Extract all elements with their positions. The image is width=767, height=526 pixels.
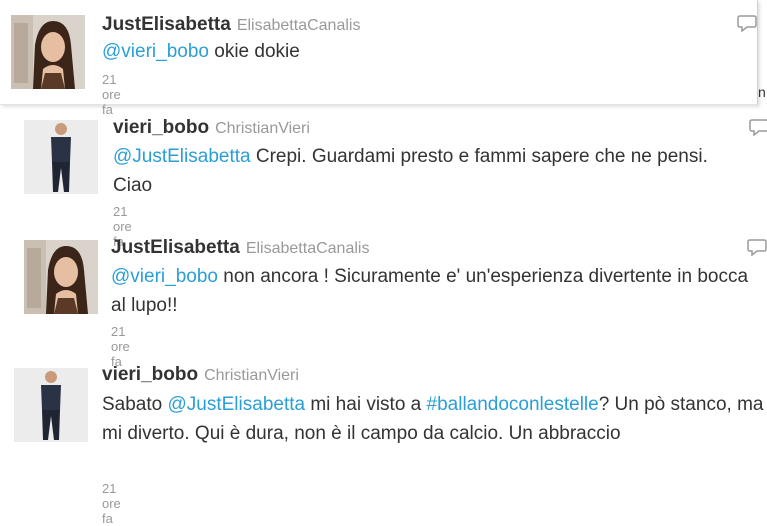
timestamp[interactable]: 21 ore fa xyxy=(111,324,130,369)
mention-link[interactable]: @JustElisabetta xyxy=(168,394,306,415)
full-name[interactable]: ChristianVieri xyxy=(204,367,299,384)
full-name[interactable]: ElisabettaCanalis xyxy=(246,240,370,257)
avatar-woman[interactable] xyxy=(24,240,98,314)
mention-link[interactable]: @vieri_bobo xyxy=(111,266,218,287)
clipped-text-fragment: n xyxy=(758,84,766,100)
tweet-header: JustElisabetta ElisabettaCanalis xyxy=(102,14,360,36)
mention-link[interactable]: @vieri_bobo xyxy=(102,41,209,62)
avatar-woman[interactable] xyxy=(11,15,85,89)
tweet-text: @vieri_bobo non ancora ! Sicuramente e' … xyxy=(111,262,765,320)
tweet-text-segment: okie dokie xyxy=(208,41,300,62)
hashtag-link[interactable]: #ballandoconlestelle xyxy=(427,394,599,415)
tweet-text: @vieri_bobo okie dokie xyxy=(102,37,742,66)
reply-icon[interactable] xyxy=(749,118,767,136)
tweet-header: JustElisabetta ElisabettaCanalis xyxy=(111,237,369,259)
avatar-man[interactable] xyxy=(14,368,88,442)
screen-name[interactable]: vieri_bobo xyxy=(102,364,198,385)
reply-icon[interactable] xyxy=(747,238,767,256)
full-name[interactable]: ElisabettaCanalis xyxy=(237,17,361,34)
tweet-text: @JustElisabetta Crepi. Guardami presto e… xyxy=(113,142,743,200)
mention-link[interactable]: @JustElisabetta xyxy=(113,146,251,167)
reply-icon[interactable] xyxy=(737,14,757,32)
timestamp[interactable]: 21 ore fa xyxy=(102,481,121,526)
tweet-header: vieri_bobo ChristianVieri xyxy=(113,117,310,139)
screen-name[interactable]: vieri_bobo xyxy=(113,117,209,138)
full-name[interactable]: ChristianVieri xyxy=(215,120,310,137)
timestamp[interactable]: 21 ore fa xyxy=(102,72,121,117)
tweet-text: Sabato @JustElisabetta mi hai visto a #b… xyxy=(102,390,764,448)
screen-name[interactable]: JustElisabetta xyxy=(111,237,240,258)
tweet-text-segment: mi hai visto a xyxy=(305,394,427,415)
tweet-header: vieri_bobo ChristianVieri xyxy=(102,364,299,386)
avatar-man[interactable] xyxy=(24,120,98,194)
screen-name[interactable]: JustElisabetta xyxy=(102,14,231,35)
tweet-text-segment: Sabato xyxy=(102,394,168,415)
